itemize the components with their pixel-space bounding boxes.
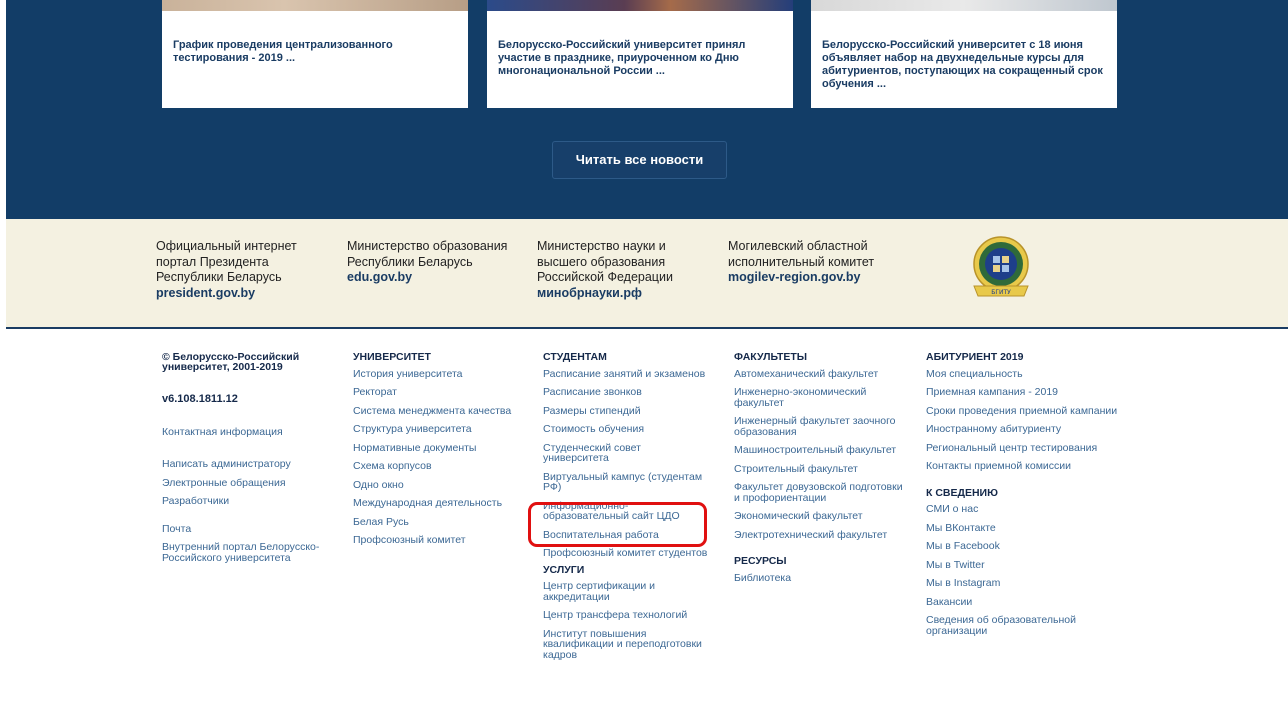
footer-link[interactable]: Профсоюзный комитет (353, 535, 513, 546)
news-card-title[interactable]: Белорусско-Российский университет принял… (498, 39, 783, 78)
footer-link-library[interactable]: Библиотека (734, 572, 904, 584)
footer-link-e-appeals[interactable]: Электронные обращения (162, 477, 337, 489)
footer-link[interactable]: Сроки проведения приемной кампании (926, 405, 1126, 417)
footer-link[interactable]: Иностранному абитуриенту (926, 424, 1126, 435)
footer-link[interactable]: Расписание звонков (543, 387, 708, 398)
footer-link-write-admin[interactable]: Написать администратору (162, 459, 337, 470)
footer-link[interactable]: Система менеджмента качества (353, 405, 513, 417)
footer-link[interactable]: Машиностроительный факультет (734, 445, 904, 456)
footer-heading-students: СТУДЕНТАМ (543, 351, 607, 363)
footer-link[interactable]: Центр трансфера технологий (543, 610, 708, 621)
news-card-title[interactable]: График проведения централизованного тест… (173, 39, 458, 65)
footer-link[interactable]: Виртуальный кампус (студентам РФ) (543, 471, 708, 493)
partner-description: Министерство науки и высшего образования… (537, 239, 673, 284)
footer-link[interactable]: Мы ВКонтакте (926, 522, 1126, 534)
news-card-image[interactable] (162, 0, 468, 11)
partner-president: Официальный интернет портал Президента Р… (156, 239, 331, 301)
footer-link[interactable]: Международная деятельность (353, 498, 513, 509)
footer-heading-resources: РЕСУРСЫ (734, 555, 787, 567)
footer-link[interactable]: Вакансии (926, 596, 1126, 608)
footer-column-applicants: АБИТУРИЕНТ 2019 Моя специальность Приемн… (926, 352, 1126, 644)
footer-heading-faculties: ФАКУЛЬТЕТЫ (734, 351, 808, 363)
university-emblem-icon[interactable]: БГИТУ (968, 234, 1034, 304)
footer-heading-info: К СВЕДЕНИЮ (926, 486, 998, 499)
footer-link[interactable]: Структура университета (353, 424, 513, 435)
footer-link[interactable]: Региональный центр тестирования (926, 442, 1126, 454)
footer-link[interactable]: Нормативные документы (353, 442, 513, 454)
footer-link[interactable]: Институт повышения квалификации и перепо… (543, 628, 708, 661)
footer-link-contacts[interactable]: Контактная информация (162, 426, 337, 438)
read-all-news-button[interactable]: Читать все новости (552, 141, 727, 179)
partner-link[interactable]: минобрнауки.рф (537, 286, 712, 302)
news-card[interactable]: Белорусско-Российский университет принял… (487, 0, 793, 108)
footer-link[interactable]: Автомеханический факультет (734, 368, 904, 380)
footer-link-internal-portal[interactable]: Внутренний портал Белорусско-Российского… (162, 542, 337, 563)
news-card-image[interactable] (811, 0, 1117, 11)
footer-link[interactable]: Расписание занятий и экзаменов (543, 368, 708, 380)
footer-column-faculties: ФАКУЛЬТЕТЫ Автомеханический факультет Ин… (734, 352, 904, 591)
partner-description: Министерство образования Республики Бела… (347, 239, 508, 269)
footer-link[interactable]: Факультет довузовской подготовки и профо… (734, 482, 904, 503)
partner-link[interactable]: president.gov.by (156, 286, 331, 302)
footer-link[interactable]: Одно окно (353, 479, 513, 491)
footer-link[interactable]: Инженерно-экономический факультет (734, 387, 904, 408)
footer-link-mail[interactable]: Почта (162, 523, 337, 535)
footer-link[interactable]: Строительный факультет (734, 463, 904, 475)
partner-link[interactable]: mogilev-region.gov.by (728, 270, 913, 286)
emblem-graphic: БГИТУ (973, 236, 1029, 297)
footer-column-info: © Белорусско-Российский университет, 200… (162, 352, 337, 571)
footer-column-students: СТУДЕНТАМ Расписание занятий и экзаменов… (543, 352, 708, 668)
footer-link[interactable]: Мы в Facebook (926, 541, 1126, 552)
footer-column-university: УНИВЕРСИТЕТ История университета Ректора… (353, 352, 513, 554)
partner-mogilev-region: Могилевский областной исполнительный ком… (728, 239, 913, 286)
footer-link[interactable]: Моя специальность (926, 368, 1126, 380)
partner-link[interactable]: edu.gov.by (347, 270, 522, 286)
footer-link[interactable]: Центр сертификации и аккредитации (543, 581, 708, 602)
footer-heading-services: УСЛУГИ (543, 563, 585, 576)
footer-link[interactable]: Стоимость обучения (543, 424, 708, 435)
version-text: v6.108.1811.12 (162, 393, 238, 405)
footer-link[interactable]: Экономический факультет (734, 511, 904, 522)
footer-link-cdo-site[interactable]: Информационно-образовательный сайт ЦДО (543, 500, 708, 522)
footer-divider (6, 327, 1288, 329)
footer-link[interactable]: Приемная кампания - 2019 (926, 387, 1126, 398)
footer-link[interactable]: Схема корпусов (353, 461, 513, 472)
footer-link[interactable]: Инженерный факультет заочного образовани… (734, 416, 904, 437)
news-card-image[interactable] (487, 0, 793, 11)
news-card[interactable]: Белорусско-Российский университет с 18 и… (811, 0, 1117, 108)
footer-link-developers[interactable]: Разработчики (162, 496, 337, 507)
footer-heading-applicants: АБИТУРИЕНТ 2019 (926, 351, 1024, 363)
footer-link[interactable]: Профсоюзный комитет студентов (543, 548, 708, 559)
news-card-title[interactable]: Белорусско-Российский университет с 18 и… (822, 39, 1107, 91)
footer-link[interactable]: Ректорат (353, 387, 513, 398)
footer-link[interactable]: Мы в Twitter (926, 559, 1126, 571)
footer-link[interactable]: Электротехнический факультет (734, 529, 904, 541)
partner-description: Официальный интернет портал Президента Р… (156, 239, 297, 284)
partner-ministry-science: Министерство науки и высшего образования… (537, 239, 712, 301)
footer-link[interactable]: Мы в Instagram (926, 578, 1126, 589)
partner-ministry-education: Министерство образования Республики Бела… (347, 239, 522, 286)
emblem-label: БГИТУ (991, 289, 1011, 296)
copyright-text: © Белорусско-Российский университет, 200… (162, 351, 300, 373)
footer-link[interactable]: Сведения об образовательной организации (926, 615, 1126, 636)
footer-link[interactable]: Размеры стипендий (543, 405, 708, 417)
footer-link[interactable]: Белая Русь (353, 516, 513, 528)
footer-link[interactable]: Воспитательная работа (543, 529, 708, 541)
footer-heading-university: УНИВЕРСИТЕТ (353, 351, 431, 363)
news-card[interactable]: График проведения централизованного тест… (162, 0, 468, 108)
footer-link[interactable]: СМИ о нас (926, 504, 1126, 515)
partner-description: Могилевский областной исполнительный ком… (728, 239, 875, 269)
footer-link[interactable]: История университета (353, 368, 513, 380)
footer-link[interactable]: Контакты приемной комиссии (926, 461, 1126, 472)
footer-link[interactable]: Студенческий совет университета (543, 442, 708, 464)
